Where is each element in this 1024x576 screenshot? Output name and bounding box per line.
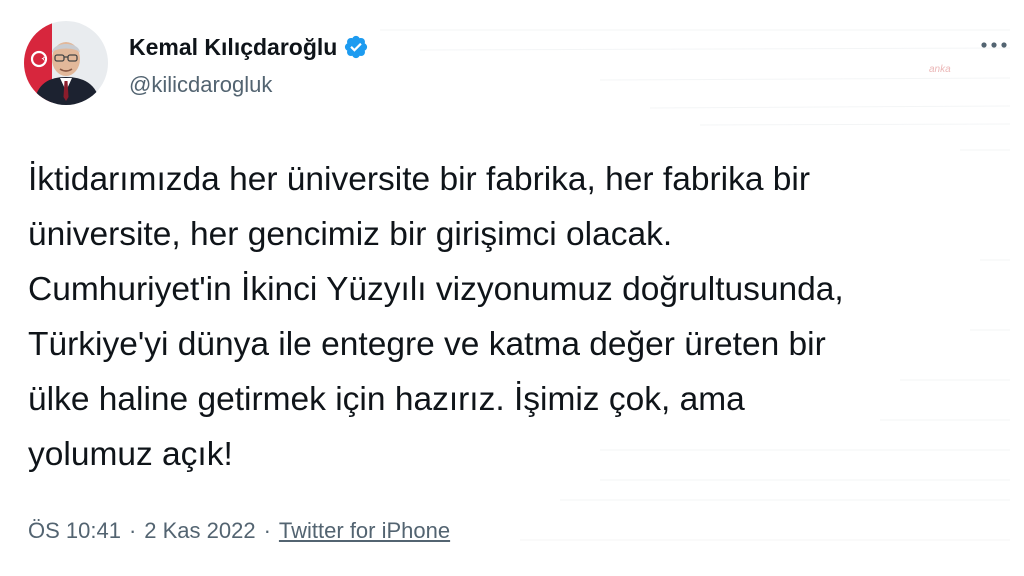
tweet-text: İktidarımızda her üniversite bir fabrika… — [28, 152, 1008, 482]
tweet-time[interactable]: ÖS 10:41 — [28, 518, 121, 544]
tweet-card: Kemal Kılıçdaroğlu @kilicdarogluk anka İ… — [0, 0, 1024, 576]
tweet-metadata: ÖS 10:41 · 2 Kas 2022 · Twitter for iPho… — [28, 514, 450, 548]
tweet-text-line: yolumuz açık! — [28, 436, 233, 473]
meta-separator: · — [128, 518, 137, 543]
author-name-row: Kemal Kılıçdaroğlu — [129, 30, 369, 64]
more-dots-icon — [981, 42, 1007, 48]
author-display-name[interactable]: Kemal Kılıçdaroğlu — [129, 34, 337, 61]
meta-separator: · — [263, 518, 271, 543]
watermark: anka — [929, 64, 951, 75]
tweet-source-link[interactable]: Twitter for iPhone — [279, 518, 450, 544]
profile-photo-icon — [24, 21, 108, 105]
tweet-date[interactable]: 2 Kas 2022 — [144, 518, 255, 544]
author-handle[interactable]: @kilicdarogluk — [129, 72, 272, 98]
tweet-text-line: İktidarımızda her üniversite bir fabrika… — [28, 161, 810, 198]
tweet-text-line: üniversite, her gencimiz bir girişimci o… — [28, 216, 673, 253]
avatar[interactable] — [24, 21, 108, 105]
tweet-text-line: Türkiye'yi dünya ile entegre ve katma de… — [28, 326, 826, 363]
verified-badge-icon — [345, 35, 368, 59]
tweet-text-line: ülke haline getirmek için hazırız. İşimi… — [28, 381, 745, 418]
tweet-text-line: Cumhuriyet'in İkinci Yüzyılı vizyonumuz … — [28, 271, 844, 308]
more-options-button[interactable] — [972, 30, 1016, 60]
